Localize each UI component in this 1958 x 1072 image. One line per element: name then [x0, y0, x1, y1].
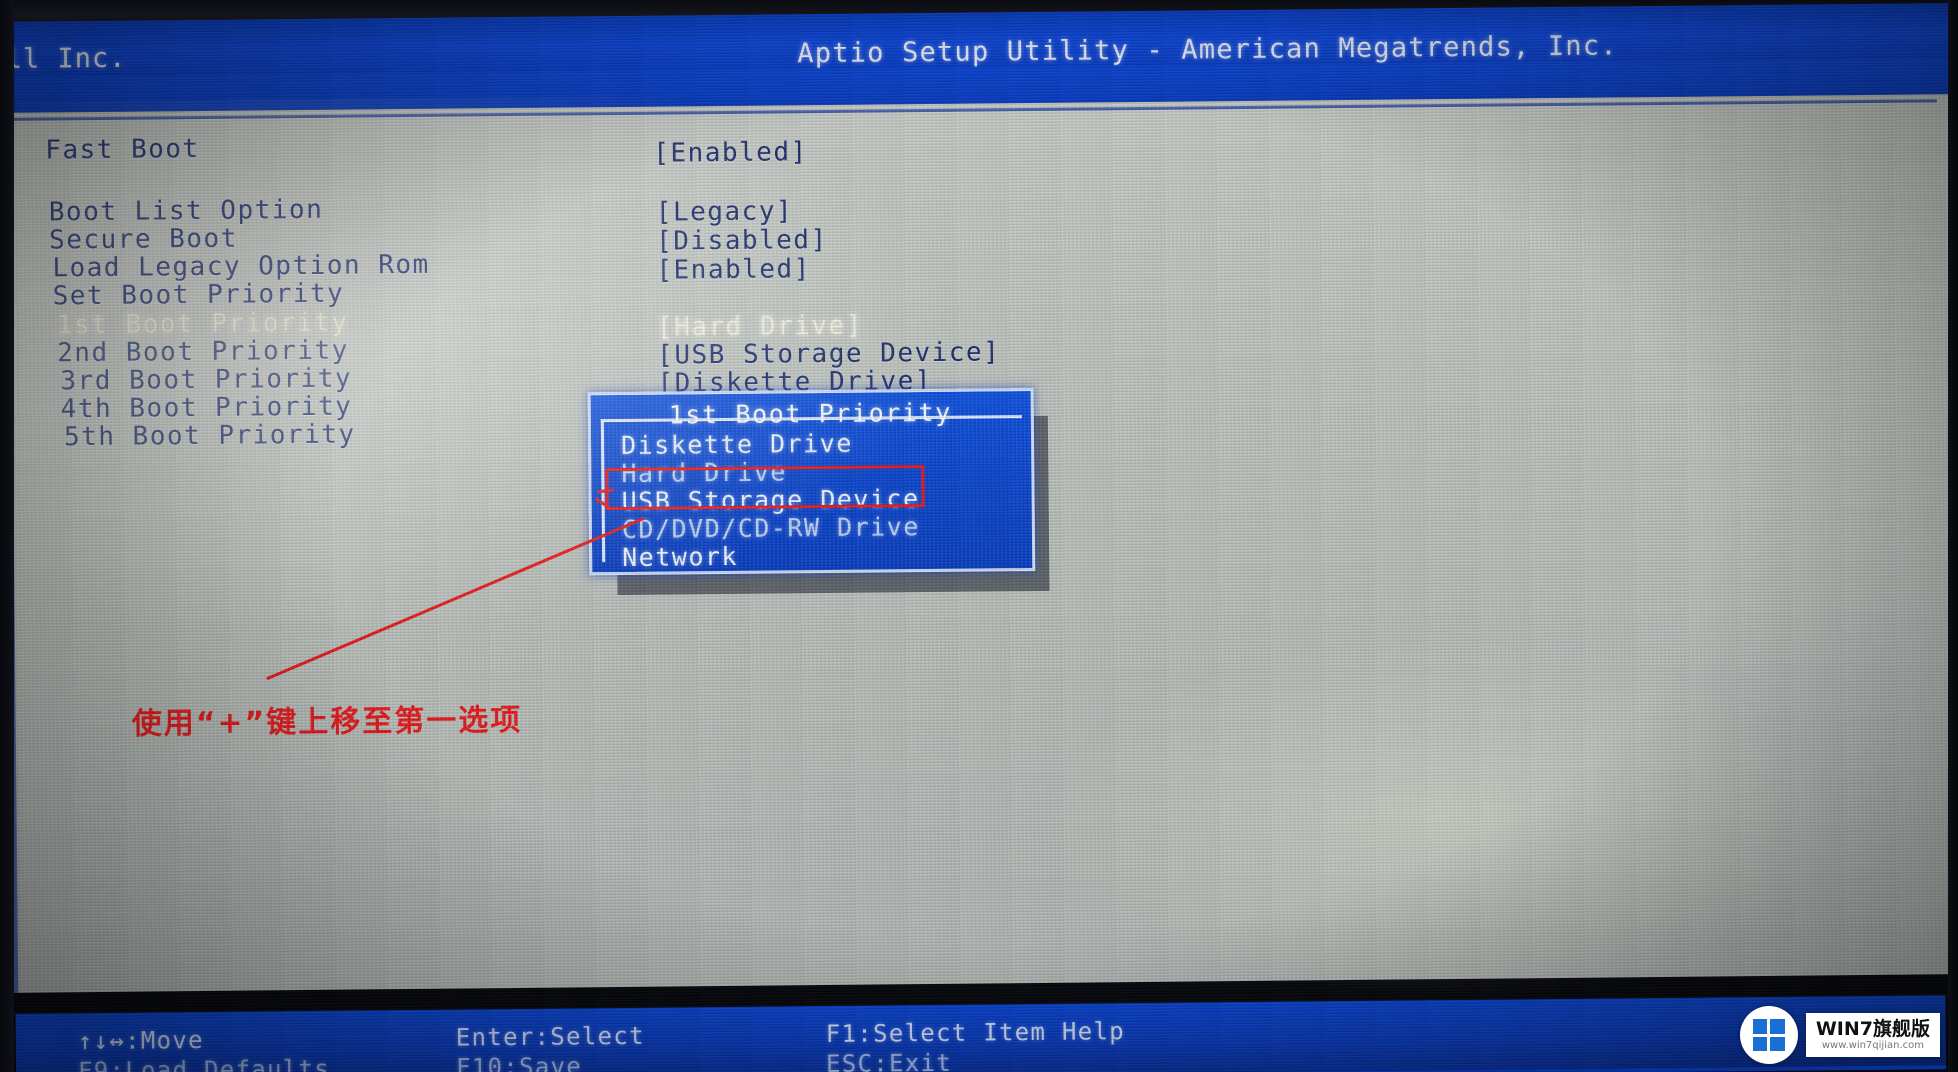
status-key-f10: F10:Save: [455, 1052, 583, 1072]
annotation-highlight-box: [605, 465, 925, 511]
setting-label-fast-boot[interactable]: Fast Boot: [45, 134, 200, 165]
status-key-enter: Enter:Select: [455, 1021, 645, 1052]
setting-value-2nd-boot-priority[interactable]: [USB Storage Device]: [657, 337, 1000, 370]
setting-value-load-legacy-rom[interactable]: [Enabled]: [656, 254, 811, 285]
bios-photo: ell Inc. Aptio Setup Utility - American …: [0, 0, 1958, 1072]
setting-label-secure-boot[interactable]: Secure Boot: [49, 224, 238, 256]
laptop-bezel-right: [1948, 0, 1958, 1072]
popup-option-network[interactable]: Network: [622, 542, 738, 572]
setting-value-1st-boot-priority[interactable]: [Hard Drive]: [657, 311, 863, 343]
status-bar: ↑↓↔:Move Enter:Select F1:Select Item Hel…: [15, 995, 1947, 1072]
bios-screen: ell Inc. Aptio Setup Utility - American …: [0, 3, 1958, 1072]
watermark: WIN7旗舰版 www.win7qijian.com: [1739, 1006, 1940, 1064]
setting-value-secure-boot[interactable]: [Disabled]: [656, 225, 828, 257]
popup-option-diskette-drive[interactable]: Diskette Drive: [621, 429, 853, 460]
laptop-bezel-left: [0, 0, 14, 1072]
status-key-f1: F1:Select Item Help: [825, 1017, 1126, 1049]
status-key-f9: F9:Load Defaults: [77, 1054, 331, 1072]
watermark-text-block: WIN7旗舰版 www.win7qijian.com: [1805, 1013, 1940, 1057]
watermark-site-name: WIN7旗舰版: [1815, 1018, 1930, 1041]
setting-label-set-boot-priority[interactable]: Set Boot Priority: [52, 279, 344, 312]
status-key-move: ↑↓↔:Move: [77, 1026, 204, 1056]
status-key-esc: ESC:Exit: [825, 1048, 953, 1072]
setting-value-boot-list-option[interactable]: [Legacy]: [656, 196, 794, 227]
setting-label-5th-boot-priority[interactable]: 5th Boot Priority: [64, 420, 356, 453]
vendor-label: ell Inc.: [0, 42, 127, 76]
popup-option-cd-dvd-drive[interactable]: CD/DVD/CD-RW Drive: [622, 512, 920, 544]
windows-squares: [1752, 1019, 1785, 1051]
popup-title: 1st Boot Priority: [668, 397, 953, 430]
setting-value-fast-boot[interactable]: [Enabled]: [653, 137, 808, 168]
annotation-text: 使用“+”键上移至第一选项: [131, 702, 523, 742]
setting-label-boot-list-option[interactable]: Boot List Option: [49, 195, 324, 228]
setting-label-load-legacy-rom[interactable]: Load Legacy Option Rom: [52, 250, 430, 284]
windows-logo-icon: [1739, 1006, 1798, 1064]
watermark-site-url: www.win7qijian.com: [1821, 1039, 1924, 1051]
